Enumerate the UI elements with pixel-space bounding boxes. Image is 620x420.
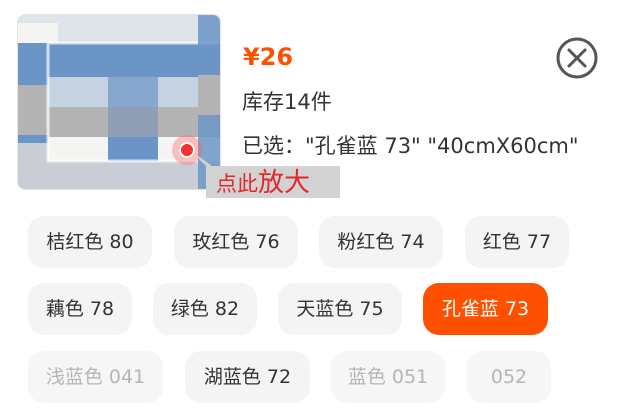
option-rose-red-76[interactable]: 玫红色 76 [174, 216, 298, 268]
product-price: ¥26 [243, 43, 294, 71]
option-052: 052 [467, 351, 551, 403]
option-lotus-78[interactable]: 藕色 78 [28, 283, 132, 335]
option-red-77[interactable]: 红色 77 [465, 216, 569, 268]
close-button[interactable] [555, 36, 599, 80]
option-green-82[interactable]: 绿色 82 [153, 283, 257, 335]
zoom-hint-label: 点此放大 [216, 168, 311, 198]
option-pink-74[interactable]: 粉红色 74 [319, 216, 443, 268]
option-peacock-blue-73[interactable]: 孔雀蓝 73 [423, 283, 548, 335]
option-light-blue-041: 浅蓝色 041 [28, 351, 163, 403]
option-lake-blue-72[interactable]: 湖蓝色 72 [185, 351, 310, 403]
option-orange-red-80[interactable]: 桔红色 80 [28, 216, 152, 268]
option-blue-051: 蓝色 051 [331, 351, 445, 403]
selected-variant: 已选："孔雀蓝 73" "40cmX60cm" [242, 134, 579, 158]
option-sky-blue-75[interactable]: 天蓝色 75 [278, 283, 402, 335]
close-circle-icon [556, 37, 598, 79]
stock-count: 库存14件 [242, 90, 332, 114]
